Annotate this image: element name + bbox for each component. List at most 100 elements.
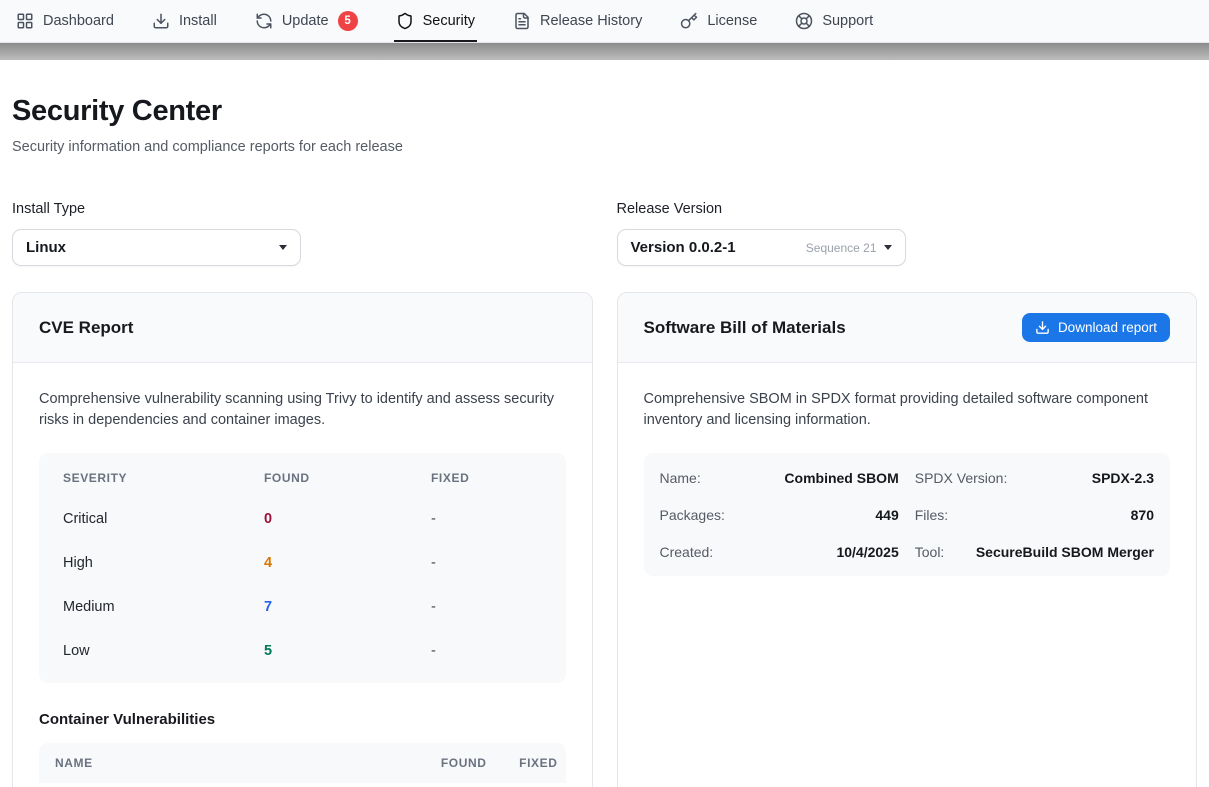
field-label: SPDX Version: bbox=[915, 470, 1008, 486]
found-count: 5 bbox=[264, 643, 431, 659]
nav-label-release-history: Release History bbox=[540, 13, 642, 29]
release-version-label: Release Version bbox=[617, 201, 1198, 217]
field-value: SPDX-2.3 bbox=[1092, 470, 1154, 486]
table-row: Medium 7 - bbox=[63, 585, 542, 629]
fixed-count: - bbox=[431, 643, 542, 659]
field-label: Created: bbox=[660, 544, 714, 560]
severity-label: High bbox=[63, 555, 264, 571]
severity-table-header: SEVERITY FOUND FIXED bbox=[63, 459, 542, 497]
field-label: Tool: bbox=[915, 544, 945, 560]
page-title: Security Center bbox=[12, 95, 1197, 128]
severity-table: SEVERITY FOUND FIXED Critical 0 - High 4… bbox=[39, 453, 566, 683]
field-label: Packages: bbox=[660, 507, 725, 523]
install-type-value: Linux bbox=[26, 239, 66, 256]
cve-description: Comprehensive vulnerability scanning usi… bbox=[39, 389, 566, 431]
sbom-details-panel: Name: Combined SBOM SPDX Version: SPDX-2… bbox=[644, 453, 1171, 576]
fixed-count: - bbox=[431, 511, 542, 527]
install-type-label: Install Type bbox=[12, 201, 593, 217]
fixed-count: - bbox=[431, 555, 542, 571]
cve-card-header: CVE Report bbox=[13, 293, 592, 363]
security-center-page: Security Center Security information and… bbox=[0, 95, 1209, 787]
key-icon bbox=[680, 12, 698, 30]
field-label: Files: bbox=[915, 507, 948, 523]
col-found: FOUND bbox=[401, 756, 487, 770]
field-value: 449 bbox=[875, 507, 898, 523]
nav-item-license[interactable]: License bbox=[680, 0, 757, 42]
sbom-card-title: Software Bill of Materials bbox=[644, 318, 846, 338]
cards-grid: CVE Report Comprehensive vulnerability s… bbox=[12, 292, 1197, 787]
sbom-card-body: Comprehensive SBOM in SPDX format provid… bbox=[618, 363, 1197, 602]
sbom-field-tool: Tool: SecureBuild SBOM Merger bbox=[915, 544, 1154, 560]
severity-label: Critical bbox=[63, 511, 264, 527]
install-type-filter: Install Type Linux bbox=[12, 201, 593, 266]
top-nav: Dashboard Install Update 5 Security Rele… bbox=[0, 0, 1209, 43]
update-count-badge: 5 bbox=[338, 11, 358, 31]
nav-label-support: Support bbox=[822, 13, 873, 29]
sbom-details-row: Packages: 449 Files: 870 bbox=[660, 496, 1155, 533]
field-value: Combined SBOM bbox=[784, 470, 898, 486]
found-count: 7 bbox=[264, 599, 431, 615]
nav-label-install: Install bbox=[179, 13, 217, 29]
severity-label: Low bbox=[63, 643, 264, 659]
table-row: High 4 - bbox=[63, 541, 542, 585]
download-icon bbox=[152, 12, 170, 30]
container-table-header: NAME FOUND FIXED bbox=[39, 743, 566, 783]
field-label: Name: bbox=[660, 470, 701, 486]
field-value: SecureBuild SBOM Merger bbox=[976, 544, 1154, 560]
release-sequence-text: Sequence 21 bbox=[806, 241, 877, 255]
sbom-card-header: Software Bill of Materials Download repo… bbox=[618, 293, 1197, 363]
cve-report-card: CVE Report Comprehensive vulnerability s… bbox=[12, 292, 593, 787]
chevron-down-icon bbox=[279, 245, 287, 250]
shield-icon bbox=[396, 12, 414, 30]
severity-label: Medium bbox=[63, 599, 264, 615]
release-version-filter: Release Version Version 0.0.2-1 Sequence… bbox=[617, 201, 1198, 266]
col-found: FOUND bbox=[264, 471, 431, 485]
col-severity: SEVERITY bbox=[63, 471, 264, 485]
page-subtitle: Security information and compliance repo… bbox=[12, 139, 1197, 155]
cve-card-body: Comprehensive vulnerability scanning usi… bbox=[13, 363, 592, 787]
dashboard-grid-icon bbox=[16, 12, 34, 30]
sbom-field-files: Files: 870 bbox=[915, 507, 1154, 523]
refresh-icon bbox=[255, 12, 273, 30]
nav-item-install[interactable]: Install bbox=[152, 0, 217, 42]
table-row: Critical 0 - bbox=[63, 497, 542, 541]
sbom-field-spdx-version: SPDX Version: SPDX-2.3 bbox=[915, 470, 1154, 486]
release-version-select[interactable]: Version 0.0.2-1 Sequence 21 bbox=[617, 229, 906, 266]
sbom-field-packages: Packages: 449 bbox=[660, 507, 899, 523]
nav-item-release-history[interactable]: Release History bbox=[513, 0, 642, 42]
found-count: 0 bbox=[264, 511, 431, 527]
found-count: 4 bbox=[264, 555, 431, 571]
download-report-label: Download report bbox=[1058, 320, 1157, 335]
sbom-field-name: Name: Combined SBOM bbox=[660, 470, 899, 486]
table-row: Low 5 - bbox=[63, 629, 542, 673]
nav-label-license: License bbox=[707, 13, 757, 29]
cve-card-title: CVE Report bbox=[39, 318, 133, 338]
sbom-details-row: Created: 10/4/2025 Tool: SecureBuild SBO… bbox=[660, 533, 1155, 570]
release-version-value: Version 0.0.2-1 bbox=[631, 239, 736, 256]
field-value: 870 bbox=[1131, 507, 1154, 523]
fixed-count: - bbox=[431, 599, 542, 615]
nav-label-security: Security bbox=[423, 13, 475, 29]
nav-item-dashboard[interactable]: Dashboard bbox=[16, 0, 114, 42]
header-scroll-shadow bbox=[0, 43, 1209, 60]
lifebuoy-icon bbox=[795, 12, 813, 30]
download-icon bbox=[1035, 320, 1050, 335]
nav-item-security[interactable]: Security bbox=[396, 0, 475, 42]
sbom-card: Software Bill of Materials Download repo… bbox=[617, 292, 1198, 787]
nav-item-update[interactable]: Update 5 bbox=[255, 0, 358, 42]
sbom-details-row: Name: Combined SBOM SPDX Version: SPDX-2… bbox=[660, 459, 1155, 496]
download-report-button[interactable]: Download report bbox=[1022, 313, 1170, 342]
sbom-field-created: Created: 10/4/2025 bbox=[660, 544, 899, 560]
col-fixed: FIXED bbox=[487, 756, 558, 770]
col-name: NAME bbox=[55, 756, 401, 770]
install-type-select[interactable]: Linux bbox=[12, 229, 301, 266]
nav-label-update: Update bbox=[282, 13, 329, 29]
nav-item-support[interactable]: Support bbox=[795, 0, 873, 42]
file-text-icon bbox=[513, 12, 531, 30]
nav-label-dashboard: Dashboard bbox=[43, 13, 114, 29]
field-value: 10/4/2025 bbox=[836, 544, 898, 560]
sbom-description: Comprehensive SBOM in SPDX format provid… bbox=[644, 389, 1171, 431]
filters-row: Install Type Linux Release Version Versi… bbox=[12, 201, 1197, 266]
chevron-down-icon bbox=[884, 245, 892, 250]
container-vulnerabilities-title: Container Vulnerabilities bbox=[39, 711, 566, 728]
